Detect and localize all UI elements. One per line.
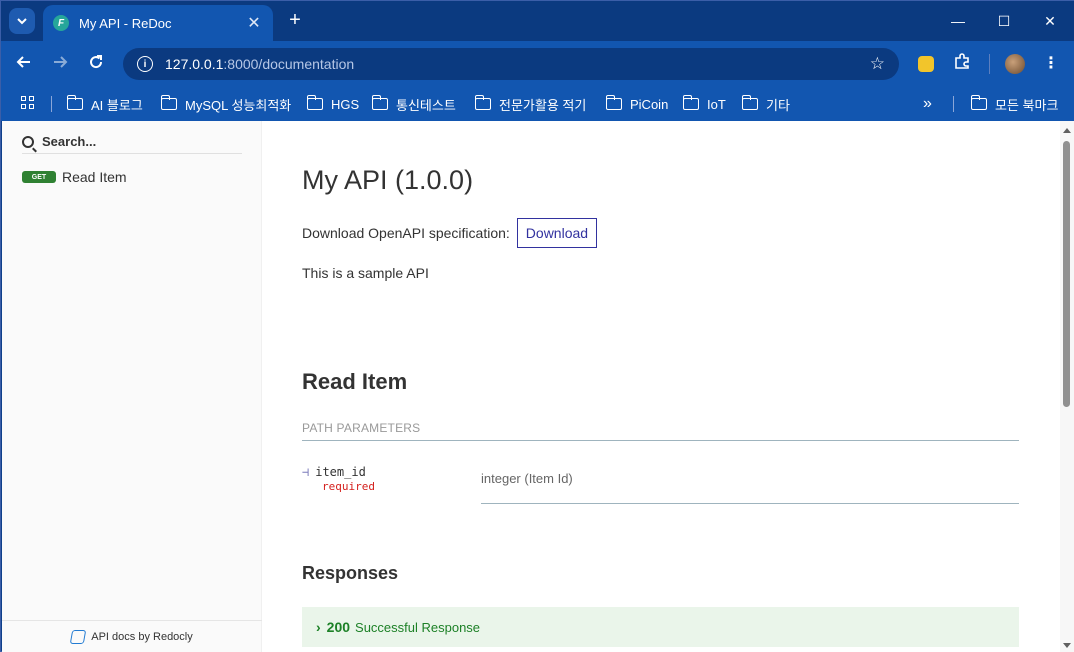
extension-yellow-icon[interactable] (918, 56, 934, 72)
redocly-footer-link[interactable]: API docs by Redocly (2, 620, 262, 652)
folder-icon (605, 95, 622, 110)
scroll-up-arrow-icon[interactable] (1063, 128, 1071, 133)
bookmarks-separator (51, 96, 52, 112)
bookmark-folder[interactable]: HGS (306, 93, 360, 115)
search-box[interactable]: Search... (22, 130, 242, 154)
folder-icon (474, 95, 491, 110)
sidebar-item-label: Read Item (62, 169, 127, 185)
download-label: Download OpenAPI specification: (302, 225, 510, 241)
response-description: Successful Response (355, 619, 481, 635)
parameter-name-text: item_id (315, 465, 366, 479)
parameter-divider (481, 503, 1019, 504)
url-host: 127.0.0.1 (165, 56, 224, 72)
download-row: Download OpenAPI specification: Download (302, 218, 598, 248)
redocly-logo-icon (70, 629, 87, 644)
chevron-down-icon (17, 18, 27, 25)
response-code: 200 (326, 619, 351, 635)
bookmark-folder[interactable]: 전문가활용 적기 (474, 93, 587, 115)
page-scrollbar[interactable] (1060, 121, 1074, 652)
page-viewport: Search... GET Read Item API docs by Redo… (2, 121, 1074, 652)
reload-button[interactable] (84, 52, 108, 76)
operation-title: Read Item (302, 369, 408, 394)
search-input[interactable]: Search... (42, 134, 96, 149)
tab-search-button[interactable] (9, 8, 35, 34)
site-info-icon[interactable]: i (137, 56, 153, 72)
scroll-thumb[interactable] (1063, 141, 1070, 407)
new-tab-button[interactable]: + (283, 9, 307, 33)
api-description: This is a sample API (302, 265, 429, 281)
parameter-name: ⊣ item_id (302, 465, 366, 479)
folder-icon (306, 95, 323, 110)
folder-icon (741, 95, 758, 110)
url-path: :8000/documentation (223, 56, 355, 72)
response-200-toggle[interactable]: › 200 Successful Response (302, 607, 1019, 647)
bookmark-label: 기타 (766, 97, 790, 113)
bookmark-folder[interactable]: IoT (682, 93, 726, 115)
bookmark-star-icon[interactable]: ☆ (870, 54, 885, 74)
browser-window: F My API - ReDoc ✕ + — ☐ ✕ i 127.0.0.1:8… (0, 0, 1074, 652)
minimize-button[interactable]: — (943, 9, 973, 33)
search-icon (22, 135, 34, 148)
menu-kebab-icon[interactable]: ⋮ (1039, 52, 1063, 76)
tab-title: My API - ReDoc (79, 15, 172, 31)
bookmark-label: MySQL 성능최적화 (185, 97, 292, 113)
toolbar-separator (989, 54, 990, 74)
close-window-button[interactable]: ✕ (1035, 9, 1065, 33)
api-content: My API (1.0.0) Download OpenAPI specific… (262, 121, 1060, 652)
bookmark-label: HGS (331, 96, 360, 112)
folder-icon (66, 95, 83, 110)
api-title: My API (1.0.0) (302, 165, 474, 195)
forward-button[interactable] (48, 52, 72, 76)
address-bar[interactable]: i 127.0.0.1:8000/documentation ☆ (123, 48, 899, 80)
parameter-required: required (322, 480, 375, 493)
back-button[interactable] (12, 52, 36, 76)
reload-icon (90, 55, 103, 69)
arrow-right-icon (54, 56, 68, 68)
parameter-row: ⊣ item_id required integer (Item Id) (302, 465, 1019, 505)
arrow-left-icon (16, 56, 30, 68)
folder-icon (682, 95, 699, 110)
folder-icon (371, 95, 388, 110)
bookmark-label: AI 블로그 (91, 97, 143, 113)
tab-strip: F My API - ReDoc ✕ + — ☐ ✕ (1, 1, 1074, 41)
extensions-puzzle-icon[interactable] (950, 52, 974, 76)
http-method-badge: GET (22, 171, 56, 183)
bookmark-label: 통신테스트 (396, 97, 456, 113)
bookmark-folder[interactable]: MySQL 성능최적화 (160, 93, 292, 115)
tab-active[interactable]: F My API - ReDoc ✕ (43, 5, 273, 41)
chevron-right-icon: › (316, 619, 321, 635)
download-button[interactable]: Download (516, 218, 598, 248)
responses-title: Responses (302, 563, 399, 583)
bookmark-label: IoT (707, 96, 726, 112)
tree-branch-icon: ⊣ (302, 465, 310, 479)
bookmarks-bar: AI 블로그 MySQL 성능최적화 HGS 통신테스트 전문가활용 적기 Pi… (1, 87, 1074, 121)
bookmark-folder[interactable]: 기타 (741, 93, 790, 115)
folder-icon (970, 95, 987, 110)
browser-toolbar: i 127.0.0.1:8000/documentation ☆ ⋮ (1, 41, 1074, 87)
folder-icon (160, 95, 177, 110)
bookmark-folder[interactable]: 통신테스트 (371, 93, 456, 115)
bookmark-folder[interactable]: PiCoin (605, 93, 669, 115)
bookmark-label: 모든 북마크 (995, 97, 1059, 113)
bookmarks-separator (953, 96, 954, 112)
bookmark-label: PiCoin (630, 96, 669, 112)
bookmark-folder[interactable]: AI 블로그 (66, 93, 143, 115)
tab-close-icon[interactable]: ✕ (245, 13, 263, 33)
redoc-sidebar: Search... GET Read Item API docs by Redo… (2, 121, 262, 652)
bookmarks-overflow-icon[interactable]: » (923, 93, 932, 115)
apps-grid-icon[interactable] (21, 96, 35, 110)
bookmark-label: 전문가활용 적기 (499, 97, 587, 113)
maximize-button[interactable]: ☐ (989, 9, 1019, 33)
sidebar-item-read-item[interactable]: GET Read Item (22, 169, 127, 185)
redoc-favicon-icon: F (53, 15, 69, 31)
all-bookmarks-folder[interactable]: 모든 북마크 (970, 93, 1059, 115)
parameter-type: integer (Item Id) (481, 471, 573, 486)
scroll-down-arrow-icon[interactable] (1063, 643, 1071, 648)
profile-avatar[interactable] (1005, 54, 1025, 74)
redocly-footer-label: API docs by Redocly (91, 630, 193, 643)
path-parameters-header: Path Parameters (302, 421, 1019, 441)
